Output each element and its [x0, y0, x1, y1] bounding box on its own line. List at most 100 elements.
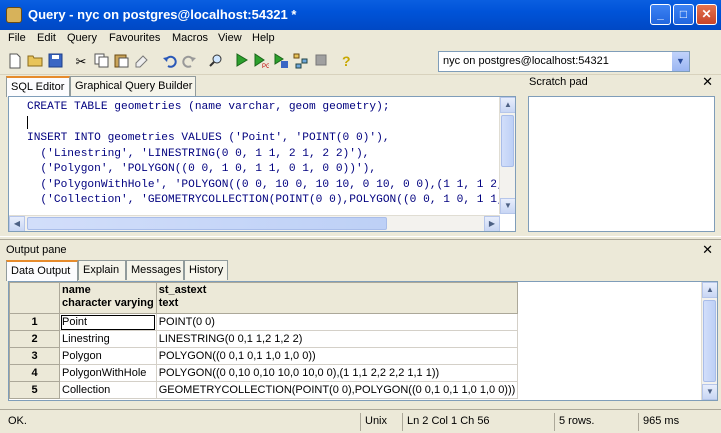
- cancel-icon[interactable]: [312, 53, 330, 71]
- tab-messages[interactable]: Messages: [126, 260, 184, 280]
- menu-edit[interactable]: Edit: [37, 32, 56, 44]
- menu-file[interactable]: File: [8, 32, 26, 44]
- cell-st-astext[interactable]: POINT(0 0): [155, 313, 519, 331]
- sql-code[interactable]: CREATE TABLE geometries (name varchar, g…: [27, 100, 515, 209]
- editor-horizontal-scrollbar[interactable]: ◀ ▶: [9, 215, 500, 231]
- table-row[interactable]: 2 Linestring LINESTRING(0 0,1 1,2 1,2 2): [9, 330, 519, 348]
- cell-st-astext[interactable]: LINESTRING(0 0,1 1,2 1,2 2): [155, 330, 519, 348]
- tab-explain[interactable]: Explain: [78, 260, 126, 280]
- title-bar: Query - nyc on postgres@localhost:54321 …: [0, 0, 721, 30]
- row-number[interactable]: 1: [9, 313, 60, 331]
- editor-tabs: SQL Editor Graphical Query Builder: [6, 76, 526, 97]
- maximize-button[interactable]: □: [673, 4, 694, 25]
- tab-graphical-query-builder[interactable]: Graphical Query Builder: [70, 76, 196, 96]
- output-pane-header: Output pane ✕: [0, 241, 721, 259]
- cell-name[interactable]: PolygonWithHole: [59, 364, 157, 382]
- query-window: Query - nyc on postgres@localhost:54321 …: [0, 0, 721, 433]
- results-table: name character varying st_astext text 1 Po…: [9, 282, 519, 399]
- scroll-thumb[interactable]: [501, 115, 514, 167]
- data-output-grid[interactable]: name character varying st_astext text 1 Po…: [8, 281, 718, 401]
- scroll-down-icon[interactable]: ▼: [500, 198, 515, 214]
- status-bar: OK. Unix Ln 2 Col 1 Ch 56 5 rows. 965 ms: [0, 409, 721, 433]
- connection-select[interactable]: nyc on postgres@localhost:54321 ▼: [438, 51, 690, 72]
- sql-line: INSERT INTO geometries VALUES ('Point', …: [27, 132, 390, 144]
- cell-name[interactable]: Polygon: [59, 347, 157, 365]
- svg-text:PG: PG: [262, 64, 269, 69]
- cell-st-astext[interactable]: POLYGON((0 0,1 0,1 1,0 1,0 0)): [155, 347, 519, 365]
- table-row[interactable]: 4 PolygonWithHole POLYGON((0 0,10 0,10 1…: [9, 364, 519, 382]
- new-file-icon[interactable]: [6, 53, 24, 71]
- cell-st-astext[interactable]: GEOMETRYCOLLECTION(POINT(0 0),POLYGON((0…: [155, 381, 519, 399]
- tab-sql-editor[interactable]: SQL Editor: [6, 76, 70, 97]
- help-icon[interactable]: ?: [338, 53, 356, 71]
- open-folder-icon[interactable]: [26, 53, 44, 71]
- cell-name[interactable]: Point: [59, 313, 157, 331]
- cell-st-astext[interactable]: POLYGON((0 0,10 0,10 10,0 10,0 0),(1 1,1…: [155, 364, 519, 382]
- pane-splitter[interactable]: [0, 236, 721, 240]
- text-caret: [27, 116, 28, 129]
- row-number[interactable]: 5: [9, 381, 60, 399]
- table-row[interactable]: 5 Collection GEOMETRYCOLLECTION(POINT(0 …: [9, 381, 519, 399]
- menu-bar: File Edit Query Favourites Macros View H…: [0, 30, 721, 48]
- status-cursor-position: Ln 2 Col 1 Ch 56: [402, 413, 552, 431]
- execute-icon[interactable]: [232, 53, 250, 71]
- status-row-count: 5 rows.: [554, 413, 638, 431]
- table-row[interactable]: 1 Point POINT(0 0): [9, 313, 519, 331]
- sql-editor[interactable]: CREATE TABLE geometries (name varchar, g…: [8, 96, 516, 232]
- sql-line: ('Collection', 'GEOMETRYCOLLECTION(POINT…: [40, 194, 515, 206]
- scratch-pad-title: Scratch pad: [529, 76, 588, 88]
- scroll-right-icon[interactable]: ▶: [484, 216, 500, 231]
- row-number[interactable]: 4: [9, 364, 60, 382]
- tab-history[interactable]: History: [184, 260, 228, 280]
- scroll-up-icon[interactable]: ▲: [702, 282, 717, 298]
- table-row[interactable]: 3 Polygon POLYGON((0 0,1 0,1 1,0 1,0 0)): [9, 347, 519, 365]
- scroll-down-icon[interactable]: ▼: [702, 384, 717, 400]
- output-tabs: Data Output Explain Messages History: [6, 260, 306, 281]
- chevron-down-icon[interactable]: ▼: [672, 52, 689, 71]
- menu-query[interactable]: Query: [67, 32, 97, 44]
- status-message: OK.: [8, 415, 27, 427]
- execute-to-file-icon[interactable]: [272, 53, 290, 71]
- minimize-button[interactable]: _: [650, 4, 671, 25]
- row-header-corner[interactable]: [9, 282, 60, 314]
- scroll-thumb[interactable]: [703, 300, 716, 382]
- tab-data-output[interactable]: Data Output: [6, 260, 78, 281]
- column-header-name[interactable]: name character varying: [59, 282, 157, 314]
- sql-line: ('Polygon', 'POLYGON((0 0, 1 0, 1 1, 0 1…: [27, 163, 377, 175]
- editor-gutter: [9, 97, 25, 213]
- sql-line: [27, 116, 515, 132]
- scroll-left-icon[interactable]: ◀: [9, 216, 25, 231]
- row-number[interactable]: 2: [9, 330, 60, 348]
- scratch-pad-textarea[interactable]: [528, 96, 715, 232]
- row-number[interactable]: 3: [9, 347, 60, 365]
- window-title: Query - nyc on postgres@localhost:54321 …: [28, 7, 297, 22]
- clear-icon[interactable]: [132, 53, 150, 71]
- execute-pgscript-icon[interactable]: PG: [252, 53, 271, 71]
- cell-name[interactable]: Collection: [59, 381, 157, 399]
- column-header-st-astext[interactable]: st_astext text: [155, 282, 519, 314]
- svg-text:?: ?: [342, 53, 351, 69]
- menu-favourites[interactable]: Favourites: [109, 32, 160, 44]
- grid-vertical-scrollbar[interactable]: ▲ ▼: [701, 282, 717, 400]
- editor-vertical-scrollbar[interactable]: ▲ ▼: [499, 97, 515, 214]
- explain-icon[interactable]: [292, 53, 310, 71]
- sql-line: ('Linestring', 'LINESTRING(0 0, 1 1, 2 1…: [27, 147, 370, 160]
- menu-help[interactable]: Help: [252, 32, 275, 44]
- paste-icon[interactable]: [112, 53, 130, 71]
- output-pane-title: Output pane: [6, 244, 67, 256]
- cell-name[interactable]: Linestring: [59, 330, 157, 348]
- find-icon[interactable]: [206, 53, 224, 71]
- scroll-up-icon[interactable]: ▲: [500, 97, 515, 113]
- scratch-close-icon[interactable]: ✕: [702, 74, 713, 90]
- status-encoding: Unix: [360, 413, 402, 431]
- cut-icon[interactable]: ✂: [72, 53, 90, 71]
- close-button[interactable]: ✕: [696, 4, 717, 25]
- scroll-thumb[interactable]: [27, 217, 387, 230]
- redo-icon[interactable]: [180, 53, 198, 71]
- copy-icon[interactable]: [92, 53, 110, 71]
- output-close-icon[interactable]: ✕: [702, 242, 713, 258]
- menu-view[interactable]: View: [218, 32, 242, 44]
- save-icon[interactable]: [46, 53, 64, 71]
- undo-icon[interactable]: [160, 53, 178, 71]
- menu-macros[interactable]: Macros: [172, 32, 208, 44]
